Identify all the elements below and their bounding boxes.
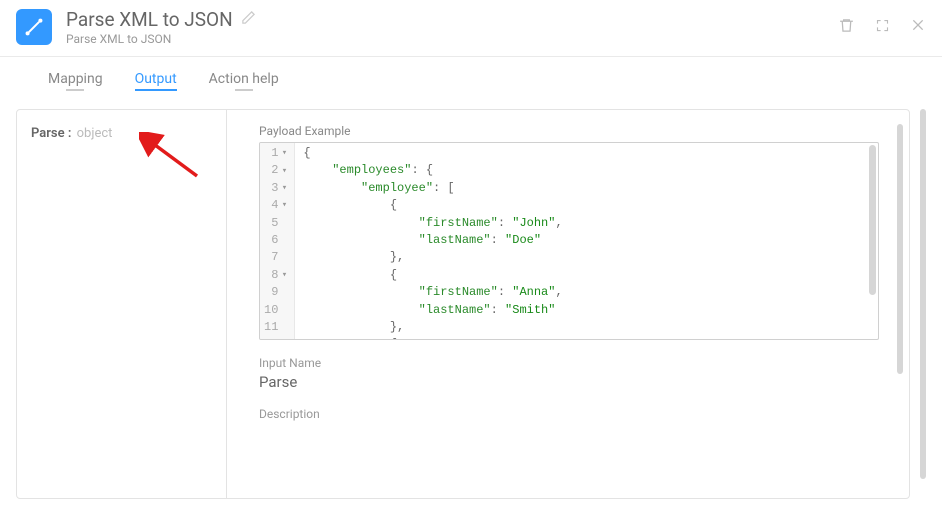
edit-title-icon[interactable] (241, 10, 256, 29)
output-tree: Parse : object (17, 110, 227, 498)
payload-label: Payload Example (259, 124, 879, 138)
page-scrollbar[interactable] (920, 109, 926, 499)
annotation-arrow-icon (139, 132, 209, 187)
tab-label: Action help (209, 71, 279, 87)
output-node-name[interactable]: Parse (31, 126, 65, 141)
tab-output[interactable]: Output (135, 71, 177, 97)
input-name-label: Input Name (259, 356, 879, 370)
action-icon (16, 9, 52, 45)
tab-action-help[interactable]: Action help (209, 71, 279, 97)
dialog-title: Parse XML to JSON (66, 8, 233, 31)
description-label: Description (259, 407, 879, 421)
expand-icon[interactable] (875, 18, 890, 37)
payload-editor[interactable]: 1▾2▾3▾4▾5678▾9101112▾1314 { "employees":… (259, 142, 879, 340)
output-node-type: object (77, 126, 113, 141)
delete-icon[interactable] (838, 17, 855, 38)
panel-inner-scrollbar[interactable] (897, 124, 903, 484)
tab-label: Output (135, 71, 177, 87)
output-panel: Parse : object Payload Example 1▾2▾3▾4▾5… (16, 109, 910, 499)
editor-scrollbar[interactable] (869, 145, 876, 295)
tab-label: Mapping (48, 71, 103, 87)
tabs: Mapping Output Action help (0, 57, 942, 97)
close-icon[interactable] (910, 17, 926, 37)
dialog-header: Parse XML to JSON Parse XML to JSON (0, 0, 942, 57)
dialog-subtitle: Parse XML to JSON (66, 32, 838, 46)
tab-mapping[interactable]: Mapping (48, 71, 103, 97)
input-name-value[interactable]: Parse (259, 373, 879, 391)
